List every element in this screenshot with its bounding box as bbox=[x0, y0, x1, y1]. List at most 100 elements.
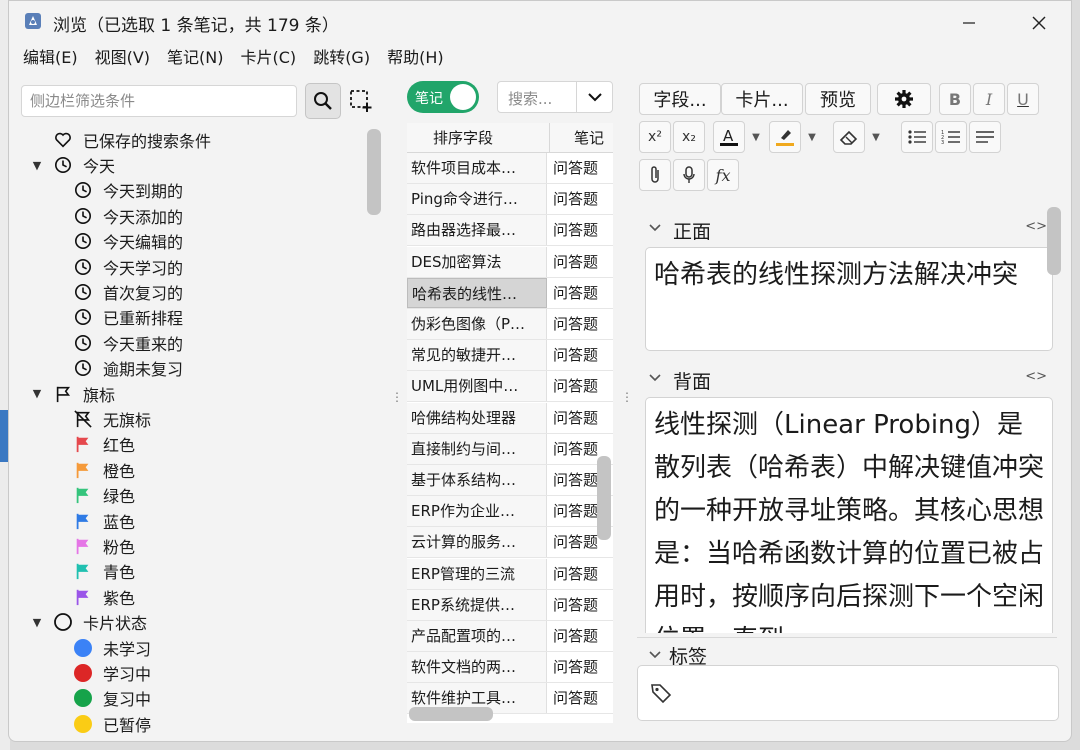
table-row[interactable]: ERP系统提供… 问答题 bbox=[407, 589, 613, 621]
cards-button[interactable]: 卡片... bbox=[721, 83, 803, 115]
sidebar-filter-input[interactable]: 侧边栏筛选条件 bbox=[21, 85, 297, 117]
front-field-editor[interactable]: 哈希表的线性探测方法解决冲突 bbox=[645, 247, 1053, 351]
sidebar-item[interactable]: 橙色 bbox=[9, 457, 369, 482]
sidebar-item[interactable]: 无旗标 bbox=[9, 406, 369, 431]
table-row[interactable]: 软件文档的两… 问答题 bbox=[407, 652, 613, 684]
sidebar-item[interactable]: 青色 bbox=[9, 559, 369, 584]
options-button[interactable] bbox=[877, 83, 931, 115]
cards-notes-toggle[interactable]: 笔记 bbox=[407, 81, 479, 113]
note-type-cell: 问答题 bbox=[553, 252, 599, 271]
align-button[interactable] bbox=[969, 121, 1001, 153]
search-history-dropdown[interactable] bbox=[576, 82, 612, 112]
html-editor-toggle-front-icon[interactable]: <> bbox=[1025, 219, 1047, 234]
equation-button[interactable]: fx bbox=[707, 159, 739, 191]
table-row[interactable]: 直接制约与间… 问答题 bbox=[407, 433, 613, 465]
collapse-back-icon[interactable] bbox=[649, 371, 661, 385]
numbered-list-button[interactable]: 123 bbox=[935, 121, 967, 153]
menu-notes[interactable]: 笔记(N) bbox=[159, 45, 231, 71]
sidebar-item[interactable]: 今天添加的 bbox=[9, 203, 369, 228]
text-color-dropdown[interactable]: ▼ bbox=[747, 121, 765, 153]
bullet-list-button[interactable] bbox=[901, 121, 933, 153]
sidebar-item[interactable]: 逾期未复习 bbox=[9, 356, 369, 381]
collapse-front-icon[interactable] bbox=[649, 221, 661, 235]
expand-chevron-icon[interactable]: ▼ bbox=[31, 616, 43, 629]
sidebar-item[interactable]: 今天到期的 bbox=[9, 178, 369, 203]
italic-button[interactable]: I bbox=[973, 83, 1005, 115]
search-button[interactable] bbox=[305, 83, 341, 119]
highlight-dropdown[interactable]: ▼ bbox=[803, 121, 821, 153]
list-vertical-scrollbar[interactable] bbox=[597, 456, 611, 540]
table-row[interactable]: UML用例图中… 问答题 bbox=[407, 371, 613, 403]
table-row[interactable]: ERP作为企业… 问答题 bbox=[407, 496, 613, 528]
table-row[interactable]: 常见的敏捷开… 问答题 bbox=[407, 340, 613, 372]
list-horizontal-scrollbar[interactable] bbox=[409, 707, 493, 721]
table-row[interactable]: Ping命令进行… 问答题 bbox=[407, 184, 613, 216]
table-row[interactable]: 基于体系结构… 问答题 bbox=[407, 465, 613, 496]
superscript-button[interactable]: x² bbox=[639, 121, 671, 153]
table-row[interactable]: ERP管理的三流 问答题 bbox=[407, 558, 613, 590]
editor-scrollbar[interactable] bbox=[1047, 207, 1061, 275]
fields-button[interactable]: 字段... bbox=[639, 83, 721, 115]
sidebar-item[interactable]: 复习中 bbox=[9, 686, 369, 711]
sidebar-item[interactable]: ▼ 旗标 bbox=[9, 381, 369, 406]
table-row[interactable]: 哈佛结构处理器 问答题 bbox=[407, 402, 613, 434]
maximize-control[interactable] bbox=[957, 9, 985, 37]
text-color-button[interactable]: A bbox=[713, 121, 745, 153]
table-row[interactable]: 伪彩色图像（P… 问答题 bbox=[407, 309, 613, 340]
sidebar-scrollbar[interactable] bbox=[367, 129, 381, 215]
menu-cards[interactable]: 卡片(C) bbox=[233, 45, 305, 71]
expand-chevron-icon[interactable]: ▼ bbox=[31, 387, 43, 400]
search-input[interactable]: 搜索... bbox=[497, 81, 613, 113]
sidebar-item[interactable]: 首次复习的 bbox=[9, 279, 369, 304]
sidebar-item[interactable]: 今天学习的 bbox=[9, 254, 369, 279]
editor-splitter[interactable]: ⋮ bbox=[621, 391, 633, 403]
sidebar-item[interactable]: 已重新排程 bbox=[9, 305, 369, 330]
clear-format-dropdown[interactable]: ▼ bbox=[867, 121, 885, 153]
menu-help[interactable]: 帮助(H) bbox=[379, 45, 452, 71]
sidebar-item[interactable]: ▼ 卡片状态 bbox=[9, 609, 369, 634]
tags-header[interactable]: 标签 bbox=[637, 637, 1057, 668]
close-button[interactable] bbox=[1025, 9, 1053, 37]
sidebar-item[interactable]: 紫色 bbox=[9, 584, 369, 609]
front-field-header[interactable]: 正面 <> bbox=[637, 217, 1057, 243]
sidebar-item[interactable]: 已保存的搜索条件 bbox=[9, 127, 369, 152]
clear-format-button[interactable] bbox=[833, 121, 865, 153]
sidebar-item[interactable]: ▼ 今天 bbox=[9, 152, 369, 177]
expand-chevron-icon[interactable]: ▼ bbox=[31, 159, 43, 172]
table-row[interactable]: 云计算的服务… 问答题 bbox=[407, 527, 613, 559]
menu-edit[interactable]: 编辑(E) bbox=[15, 45, 86, 71]
sidebar-item[interactable]: 学习中 bbox=[9, 660, 369, 685]
sidebar-item[interactable]: 绿色 bbox=[9, 482, 369, 507]
column-sort-field[interactable]: 排序字段 bbox=[433, 123, 543, 153]
tags-input[interactable] bbox=[637, 665, 1059, 721]
table-row[interactable]: 哈希表的线性… 问答题 bbox=[407, 277, 613, 309]
collapse-tags-icon[interactable] bbox=[649, 648, 661, 662]
sidebar-splitter[interactable]: ⋮ bbox=[391, 391, 403, 403]
sidebar-item[interactable]: 蓝色 bbox=[9, 508, 369, 533]
subscript-button[interactable]: x₂ bbox=[673, 121, 705, 153]
toggle-knob bbox=[450, 84, 476, 110]
bold-button[interactable]: B bbox=[939, 83, 971, 115]
sidebar-item[interactable]: 已暂停 bbox=[9, 711, 369, 736]
preview-button[interactable]: 预览 bbox=[805, 83, 871, 115]
sidebar-item[interactable]: 粉色 bbox=[9, 533, 369, 558]
attach-button[interactable] bbox=[639, 159, 671, 191]
record-audio-button[interactable] bbox=[673, 159, 705, 191]
sidebar-item[interactable]: 今天编辑的 bbox=[9, 229, 369, 254]
column-note[interactable]: 笔记 bbox=[549, 123, 613, 153]
table-row[interactable]: 产品配置项的… 问答题 bbox=[407, 621, 613, 652]
table-row[interactable]: 软件项目成本… 问答题 bbox=[407, 153, 613, 184]
select-tool-icon[interactable] bbox=[349, 89, 373, 113]
highlight-button[interactable] bbox=[769, 121, 801, 153]
back-field-editor[interactable]: 线性探测（Linear Probing）是散列表（哈希表）中解决键值冲突的一种开… bbox=[645, 397, 1053, 633]
sidebar-item[interactable]: 未学习 bbox=[9, 635, 369, 660]
html-editor-toggle-back-icon[interactable]: <> bbox=[1025, 369, 1047, 384]
sidebar-item[interactable]: 红色 bbox=[9, 432, 369, 457]
underline-button[interactable]: U bbox=[1007, 83, 1039, 115]
sidebar-item[interactable]: 今天重来的 bbox=[9, 330, 369, 355]
back-field-header[interactable]: 背面 <> bbox=[637, 367, 1057, 393]
menu-view[interactable]: 视图(V) bbox=[87, 45, 158, 71]
table-row[interactable]: DES加密算法 问答题 bbox=[407, 246, 613, 278]
menu-go[interactable]: 跳转(G) bbox=[305, 45, 378, 71]
table-row[interactable]: 路由器选择最… 问答题 bbox=[407, 215, 613, 247]
